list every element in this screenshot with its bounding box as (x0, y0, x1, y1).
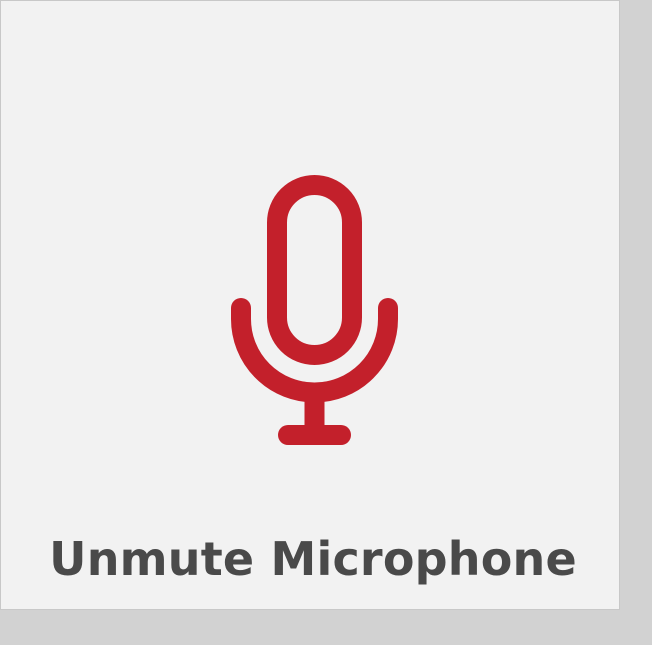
unmute-microphone-button[interactable]: Unmute Microphone (0, 0, 620, 610)
button-label: Unmute Microphone (49, 532, 577, 586)
microphone-icon (1, 1, 621, 611)
